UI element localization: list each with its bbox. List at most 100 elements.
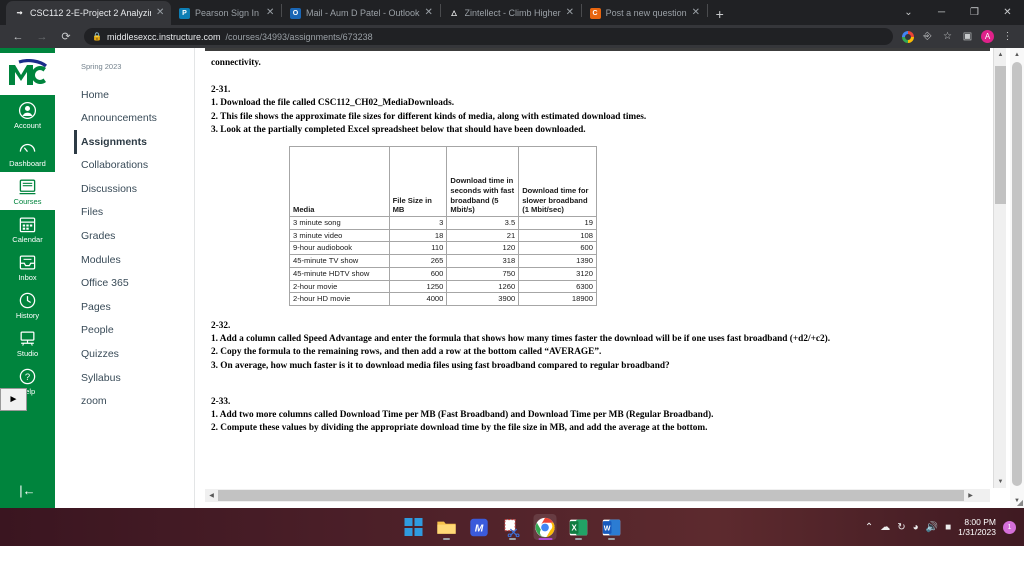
google-lens-icon[interactable] xyxy=(899,28,916,45)
document-hscroll-thumb[interactable] xyxy=(218,490,964,501)
close-icon[interactable]: ✕ xyxy=(156,8,165,18)
course-nav-people[interactable]: People xyxy=(75,319,194,343)
chrome-button[interactable] xyxy=(534,514,557,540)
course-nav-home[interactable]: Home xyxy=(75,83,194,107)
cell-media: 45-minute TV show xyxy=(290,255,390,268)
svg-text:W: W xyxy=(603,524,610,532)
collapse-nav-button[interactable]: |← xyxy=(0,483,55,498)
close-icon[interactable]: ✕ xyxy=(266,8,275,18)
address-bar[interactable]: 🔒 middlesexcc.instructure.com/courses/34… xyxy=(84,28,893,45)
reload-button[interactable]: ⟳ xyxy=(54,27,78,47)
courses-icon xyxy=(18,177,37,196)
start-button[interactable] xyxy=(402,514,425,540)
document-body: connectivity. 2-31. 1. Download the file… xyxy=(205,51,990,445)
sidebar-item-courses[interactable]: Courses xyxy=(0,172,55,210)
cell-slow-time: 1390 xyxy=(519,255,597,268)
document-vertical-scrollbar[interactable]: ▲ ▼ xyxy=(993,48,1006,488)
page-scroll-up-icon[interactable]: ▲ xyxy=(1010,48,1024,62)
document-scroll-thumb[interactable] xyxy=(995,66,1006,204)
cell-fast-time: 3900 xyxy=(447,293,519,306)
col-header-file-size: File Size in MB xyxy=(389,146,447,216)
media-play-overlay-button[interactable]: ► xyxy=(0,388,27,411)
col-header-media: Media xyxy=(290,146,390,216)
resize-grip-icon[interactable]: ◢ xyxy=(1017,498,1023,507)
sidebar-item-studio[interactable]: Studio xyxy=(0,324,55,362)
course-nav-zoom[interactable]: zoom xyxy=(75,390,194,414)
browser-tab-zintellect[interactable]: △ Zintellect - Climb Higher ✕ xyxy=(441,1,581,25)
svg-text:X: X xyxy=(571,523,577,532)
forward-button[interactable]: → xyxy=(30,27,54,47)
wifi-icon[interactable]: ◕ xyxy=(913,522,919,533)
course-nav-pages[interactable]: Pages xyxy=(75,295,194,319)
section-2-31-item-3: 3. Look at the partially completed Excel… xyxy=(211,124,976,137)
page-vertical-scrollbar[interactable]: ▲ ▼ xyxy=(1010,48,1024,508)
sidebar-item-inbox[interactable]: Inbox xyxy=(0,248,55,286)
page-scroll-thumb[interactable] xyxy=(1012,62,1022,486)
course-nav-discussions[interactable]: Discussions xyxy=(75,177,194,201)
movies-app-button[interactable]: M xyxy=(468,514,491,540)
course-nav: Spring 2023 Home Announcements Assignmen… xyxy=(55,48,195,508)
sidebar-item-label: Studio xyxy=(17,349,38,358)
sidebar-item-dashboard[interactable]: Dashboard xyxy=(0,134,55,172)
new-tab-button[interactable]: + xyxy=(708,6,732,25)
course-nav-collaborations[interactable]: Collaborations xyxy=(75,154,194,178)
onedrive-icon[interactable]: ☁ xyxy=(880,522,890,533)
taskbar-apps: M X W xyxy=(402,514,623,540)
scroll-up-icon[interactable]: ▲ xyxy=(994,48,1007,61)
col-header-fast-broadband: Download time in seconds with fast broad… xyxy=(447,146,519,216)
snipping-tool-button[interactable] xyxy=(501,514,524,540)
close-icon[interactable]: ✕ xyxy=(692,8,701,18)
course-nav-modules[interactable]: Modules xyxy=(75,248,194,272)
tray-overflow-icon[interactable]: ⌃ xyxy=(865,522,873,533)
scroll-left-icon[interactable]: ◀ xyxy=(205,489,218,502)
close-icon[interactable]: ✕ xyxy=(425,8,434,18)
scroll-down-icon[interactable]: ▼ xyxy=(994,475,1007,488)
course-nav-syllabus[interactable]: Syllabus xyxy=(75,366,194,390)
tab-title: Pearson Sign In xyxy=(195,8,261,18)
browser-menu-icon[interactable]: ⋮ xyxy=(999,28,1016,45)
browser-tab-outlook[interactable]: O Mail - Aum D Patel - Outlook ✕ xyxy=(282,1,440,25)
cell-slow-time: 18900 xyxy=(519,293,597,306)
mcc-logo[interactable] xyxy=(0,53,55,95)
file-explorer-button[interactable] xyxy=(435,514,458,540)
update-icon[interactable]: ↻ xyxy=(897,522,905,533)
cell-file-size: 3 xyxy=(389,216,447,229)
inbox-icon xyxy=(18,253,37,272)
side-panel-icon[interactable]: ▣ xyxy=(959,28,976,45)
course-nav-office365[interactable]: Office 365 xyxy=(75,272,194,296)
browser-tab-chegg[interactable]: C Post a new question ✕ xyxy=(582,1,707,25)
maximize-button[interactable]: ❐ xyxy=(958,0,991,25)
browser-tab-canvas[interactable]: ⇝ CSC112 2-E-Project 2 Analyzing ✕ xyxy=(6,1,171,25)
close-window-button[interactable]: ✕ xyxy=(991,0,1024,25)
window-controls: ⌄ ─ ❐ ✕ xyxy=(892,0,1024,25)
pearson-favicon-icon: P xyxy=(179,8,190,19)
table-row: 3 minute video 18 21 108 xyxy=(290,229,597,242)
browser-tab-pearson[interactable]: P Pearson Sign In ✕ xyxy=(171,1,281,25)
section-2-32-item-2: 2. Copy the formula to the remaining row… xyxy=(211,346,976,359)
scroll-right-icon[interactable]: ▶ xyxy=(964,489,977,502)
sidebar-item-calendar[interactable]: Calendar xyxy=(0,210,55,248)
document-horizontal-scrollbar[interactable]: ◀ ▶ xyxy=(205,489,990,502)
clock[interactable]: 8:00 PM 1/31/2023 xyxy=(958,517,996,537)
chegg-favicon-icon: C xyxy=(590,8,601,19)
course-nav-assignments[interactable]: Assignments xyxy=(74,130,194,154)
minimize-button[interactable]: ─ xyxy=(925,0,958,25)
excel-button[interactable]: X xyxy=(567,514,590,540)
battery-icon[interactable]: ■ xyxy=(945,522,951,533)
sidebar-item-history[interactable]: History xyxy=(0,286,55,324)
back-button[interactable]: ← xyxy=(6,27,30,47)
volume-icon[interactable]: 🔊 xyxy=(926,522,938,533)
tab-search-icon[interactable]: ⌄ xyxy=(892,0,925,25)
bookmark-star-icon[interactable]: ☆ xyxy=(939,28,956,45)
share-icon[interactable]: ⎆ xyxy=(919,28,936,45)
word-button[interactable]: W xyxy=(600,514,623,540)
calendar-icon xyxy=(18,215,37,234)
sidebar-item-account[interactable]: Account xyxy=(0,96,55,134)
course-nav-files[interactable]: Files xyxy=(75,201,194,225)
close-icon[interactable]: ✕ xyxy=(566,8,575,18)
course-nav-quizzes[interactable]: Quizzes xyxy=(75,343,194,367)
profile-avatar[interactable]: A xyxy=(979,28,996,45)
notification-badge[interactable]: 1 xyxy=(1003,521,1016,534)
course-nav-announcements[interactable]: Announcements xyxy=(75,107,194,131)
course-nav-grades[interactable]: Grades xyxy=(75,225,194,249)
